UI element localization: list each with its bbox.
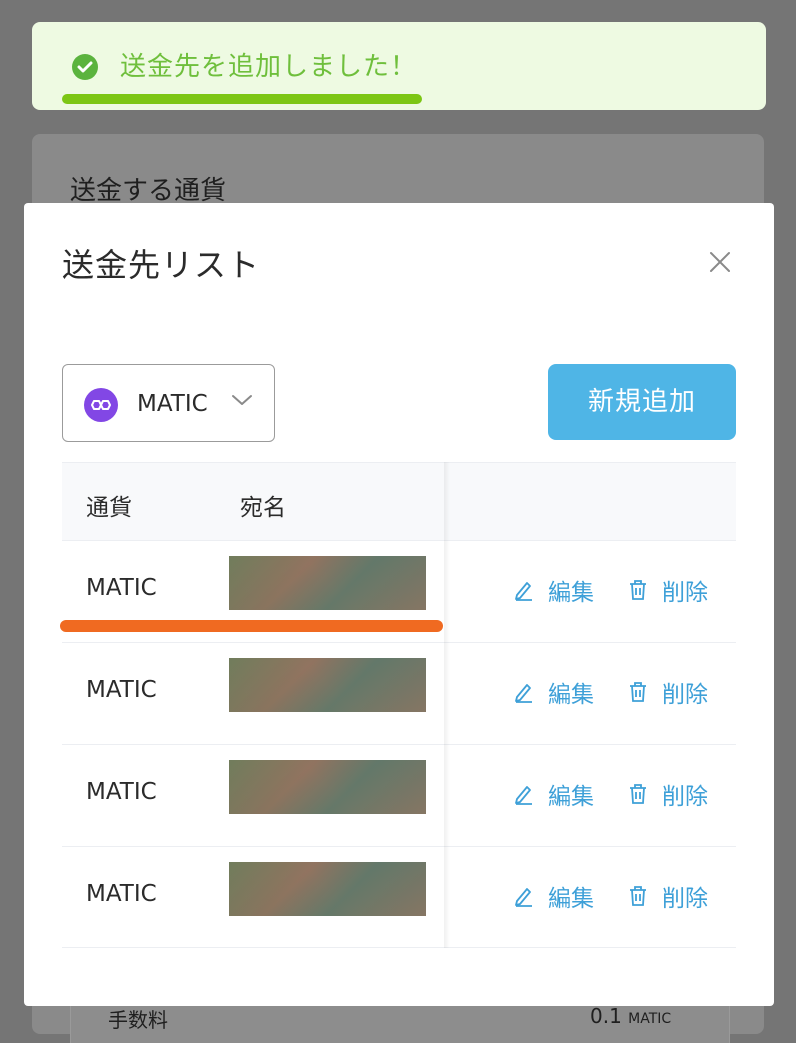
pencil-icon: [515, 684, 532, 703]
trash-icon: [630, 682, 646, 702]
edit-button[interactable]: 編集: [512, 777, 594, 811]
table-row: MATIC 編集 削除: [62, 642, 736, 744]
close-button[interactable]: [704, 246, 736, 278]
redacted-name-mosaic: [229, 760, 426, 814]
fee-unit: MATIC: [628, 1011, 672, 1027]
delete-button[interactable]: 削除: [626, 675, 708, 709]
table-row: MATIC 編集 削除: [62, 744, 736, 846]
delete-label: 削除: [662, 580, 708, 606]
toast-progress-fill: [62, 94, 422, 104]
trash-icon: [630, 580, 646, 600]
trash-icon: [630, 886, 646, 906]
fee-amount: 0.1: [590, 1004, 622, 1028]
currency-select-value: MATIC: [137, 391, 208, 417]
table-row: MATIC 編集 削除: [62, 846, 736, 948]
delete-button[interactable]: 削除: [626, 879, 708, 913]
edit-label: 編集: [548, 580, 594, 606]
column-header-name: 宛名: [240, 495, 286, 521]
toast-progress-bar: [62, 94, 422, 104]
redacted-name-mosaic: [229, 862, 426, 916]
delete-label: 削除: [662, 886, 708, 912]
row-currency: MATIC: [86, 677, 157, 703]
check-circle-icon: [72, 54, 98, 80]
redacted-name-mosaic: [229, 658, 426, 712]
edit-button[interactable]: 編集: [512, 675, 594, 709]
row-currency: MATIC: [86, 779, 157, 805]
polygon-icon: [84, 388, 118, 422]
close-icon: [710, 252, 730, 272]
row-currency: MATIC: [86, 575, 157, 601]
redacted-name-mosaic: [229, 556, 426, 610]
annotation-underline: [60, 620, 443, 632]
trash-icon: [630, 784, 646, 804]
edit-label: 編集: [548, 682, 594, 708]
pencil-icon: [515, 786, 532, 805]
toast-message: 送金先を追加しました！: [120, 52, 418, 82]
delete-label: 削除: [662, 784, 708, 810]
row-currency: MATIC: [86, 881, 157, 907]
chevron-down-icon: [232, 395, 252, 405]
background-fee-value: 0.1 MATIC: [590, 1004, 671, 1028]
background-section-title: 送金する通貨: [70, 176, 227, 206]
table-header: 通貨 宛名: [62, 462, 736, 541]
currency-select[interactable]: MATIC: [62, 364, 275, 442]
column-header-currency: 通貨: [86, 495, 132, 521]
add-new-button[interactable]: 新規追加: [548, 364, 736, 440]
column-divider-shadow: [444, 462, 450, 948]
delete-button[interactable]: 削除: [626, 573, 708, 607]
pencil-icon: [515, 582, 532, 601]
edit-label: 編集: [548, 784, 594, 810]
edit-button[interactable]: 編集: [512, 879, 594, 913]
edit-button[interactable]: 編集: [512, 573, 594, 607]
background-fee-label: 手数料: [108, 1008, 168, 1032]
delete-button[interactable]: 削除: [626, 777, 708, 811]
modal-title: 送金先リスト: [62, 246, 261, 284]
delete-label: 削除: [662, 682, 708, 708]
pencil-icon: [515, 888, 532, 907]
edit-label: 編集: [548, 886, 594, 912]
table-bottom-border: [62, 947, 736, 948]
